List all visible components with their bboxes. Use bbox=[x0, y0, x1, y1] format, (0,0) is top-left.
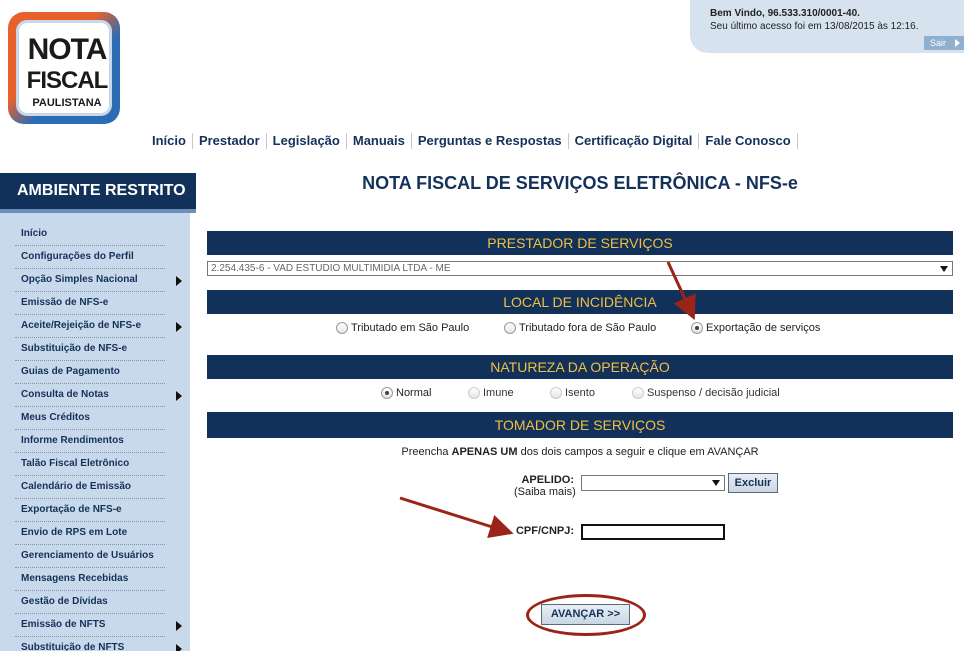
annotation-arrow-to-exportacao bbox=[666, 261, 696, 321]
annotation-arrow-to-cpf bbox=[399, 496, 514, 538]
annotation-arrows bbox=[399, 261, 696, 538]
